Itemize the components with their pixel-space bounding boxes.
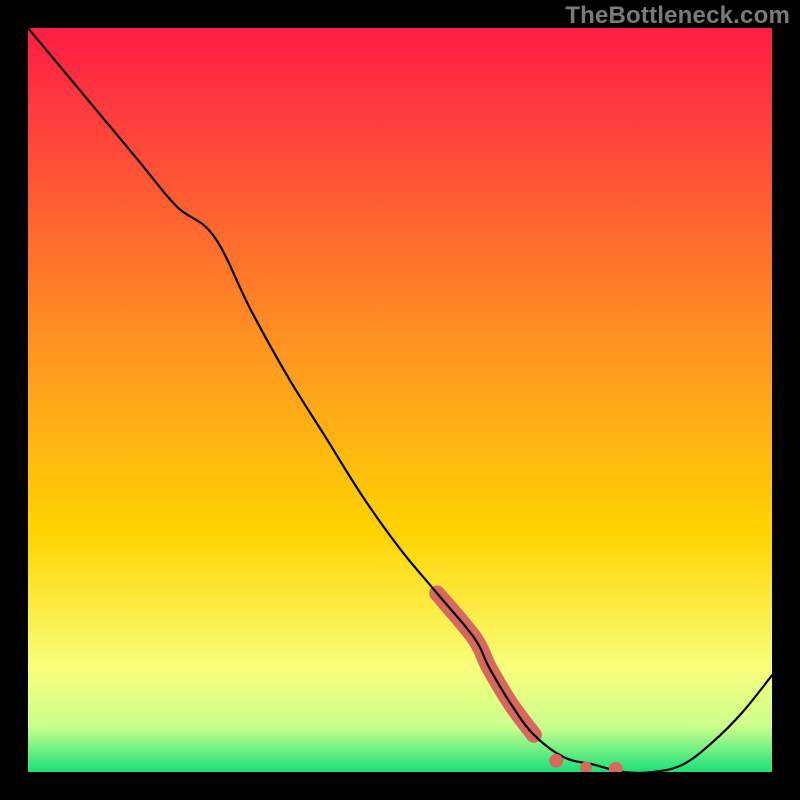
watermark-text: TheBottleneck.com — [565, 2, 790, 30]
chart-frame: TheBottleneck.com — [0, 0, 800, 800]
gradient-background — [28, 28, 772, 772]
plot-area — [28, 28, 772, 772]
highlight-dot — [549, 754, 563, 768]
gradient-chart — [28, 28, 772, 772]
